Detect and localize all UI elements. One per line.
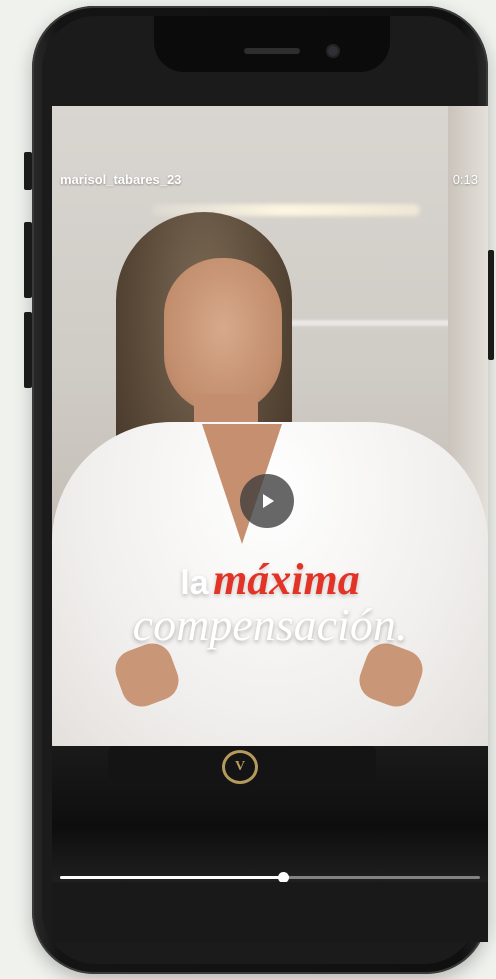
volume-up-button	[24, 222, 32, 298]
caption-line-2: compensación.	[132, 599, 408, 650]
video-timestamp: 0:13	[452, 172, 478, 187]
speaker-grille	[244, 48, 300, 54]
phone-notch	[154, 16, 390, 72]
video-username[interactable]: marisol_tabares_23	[60, 172, 181, 187]
power-button	[488, 250, 494, 360]
play-icon	[263, 494, 274, 508]
video-scrubber-handle[interactable]	[277, 872, 289, 882]
volume-down-button	[24, 312, 32, 388]
play-button[interactable]	[240, 474, 294, 528]
caption-word-maxima: máxima	[213, 555, 360, 604]
video-player[interactable]: V marisol_tabares_23 0:13 la máxima comp…	[52, 106, 488, 882]
caption-line-1: la máxima	[52, 554, 488, 605]
video-progress-fill	[60, 876, 283, 879]
silent-switch	[24, 152, 32, 190]
video-progress-bar[interactable]	[60, 872, 480, 882]
phone-bottom-bezel	[52, 882, 488, 942]
presenter-face	[164, 258, 282, 414]
caption-word-la: la	[180, 564, 209, 602]
front-camera-icon	[326, 44, 340, 58]
belt-buckle: V	[222, 750, 258, 784]
